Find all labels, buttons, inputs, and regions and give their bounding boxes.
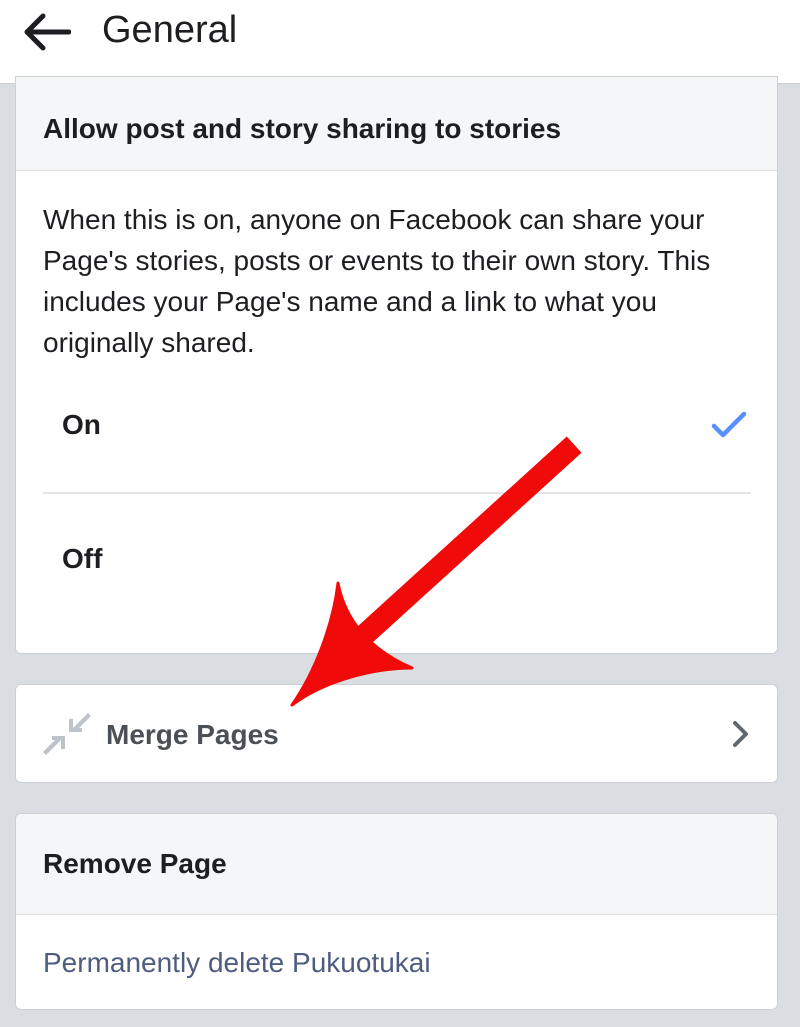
page-title: General [102,9,238,51]
merge-pages-label: Merge Pages [106,718,279,750]
remove-page-heading: Remove Page [16,814,777,915]
chevron-right-icon [733,721,748,747]
arrow-left-icon [24,13,71,51]
story-sharing-description: When this is on, anyone on Facebook can … [43,204,711,358]
back-button[interactable] [14,6,78,58]
option-off-label: Off [62,543,103,574]
top-bar: General [0,0,800,84]
option-divider [43,492,751,494]
merge-pages-row[interactable]: Merge Pages [15,684,778,783]
checkmark-icon [709,405,749,445]
story-sharing-heading: Allow post and story sharing to stories [16,77,777,171]
remove-page-card: Remove Page Permanently delete Pukuotuka… [15,813,778,1010]
option-on[interactable]: On [43,385,751,465]
story-sharing-card: Allow post and story sharing to stories … [15,76,778,654]
delete-page-link[interactable]: Permanently delete Pukuotukai [43,915,431,1009]
option-on-label: On [62,409,101,440]
merge-arrows-icon [43,713,91,755]
option-off[interactable]: Off [43,519,751,599]
